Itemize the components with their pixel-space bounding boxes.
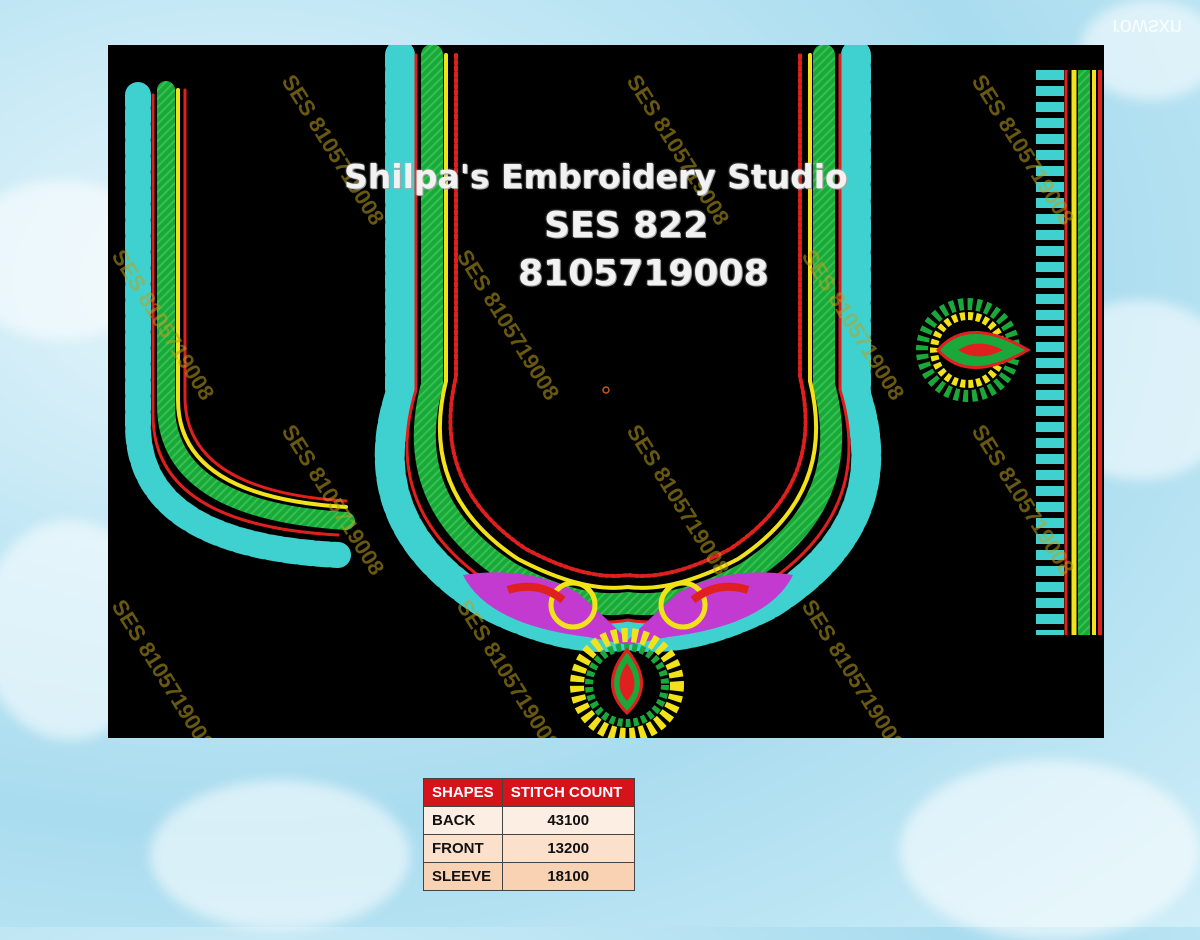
- header-shapes: SHAPES: [423, 778, 503, 807]
- design-code: SES 822: [544, 205, 709, 246]
- phone-number: 8105719008: [518, 253, 769, 294]
- count-cell: 13200: [501, 834, 635, 863]
- background-petal: [150, 780, 410, 930]
- shape-cell: SLEEVE: [423, 862, 503, 891]
- table-row: BACK 43100: [423, 806, 635, 835]
- front-neck-border: [374, 45, 882, 652]
- shape-cell: FRONT: [423, 834, 503, 863]
- count-cell: 43100: [501, 806, 635, 835]
- table-row: SLEEVE 18100: [423, 862, 635, 891]
- count-cell: 18100: [501, 862, 635, 891]
- shape-cell: BACK: [423, 806, 503, 835]
- studio-name: Shilpa's Embroidery Studio: [344, 157, 848, 196]
- sleeve-motif: [916, 298, 1031, 402]
- center-mark: [602, 386, 610, 394]
- embroidery-artwork: [125, 45, 1102, 738]
- table-row: FRONT 13200: [423, 834, 635, 863]
- corner-logo-text: rowsxn: [1112, 15, 1182, 40]
- embroidery-design-panel: SES 8105719008 SES 8105719008 SES 810571…: [108, 45, 1104, 738]
- table-header-row: SHAPES STITCH COUNT: [423, 778, 635, 807]
- background-petal: [900, 760, 1200, 940]
- header-stitch-count: STITCH COUNT: [501, 778, 635, 807]
- stitch-count-table: SHAPES STITCH COUNT BACK 43100 FRONT 132…: [423, 778, 635, 891]
